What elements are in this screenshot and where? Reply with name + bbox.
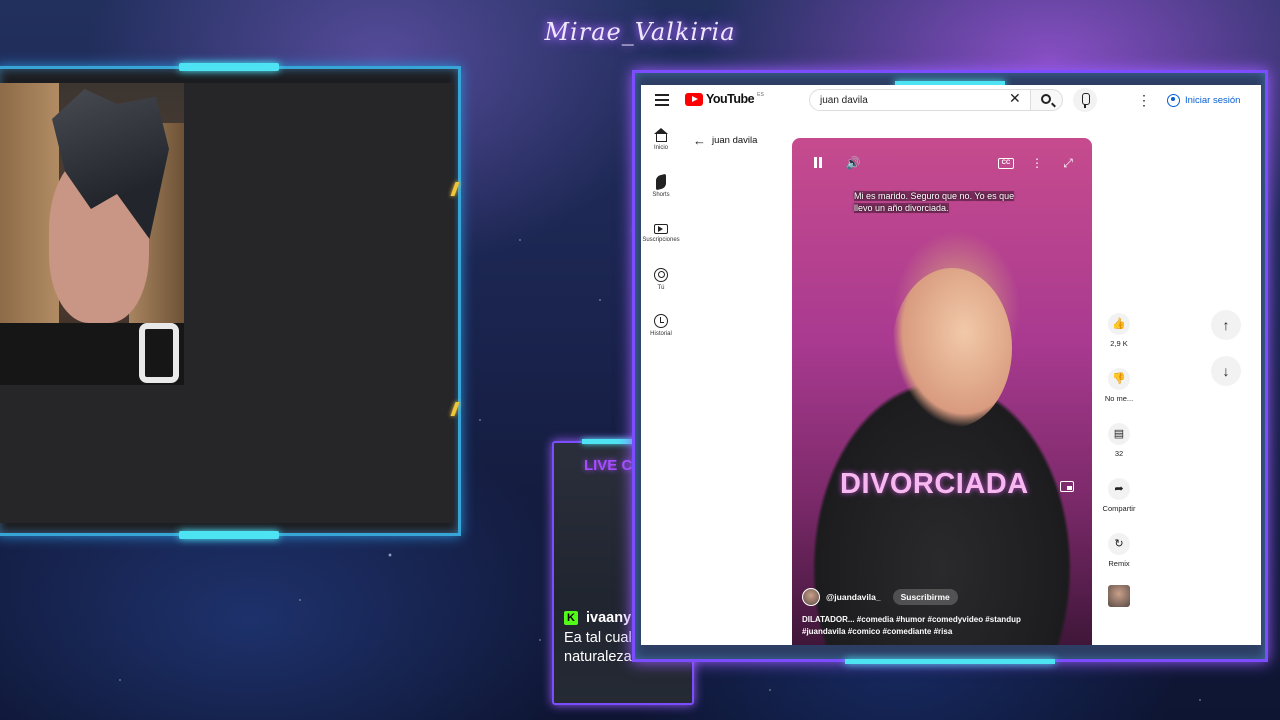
next-short-icon[interactable]: ↓ xyxy=(1211,356,1241,386)
subscriptions-icon xyxy=(654,224,668,234)
account-icon xyxy=(1167,93,1180,107)
pip-icon[interactable] xyxy=(1060,481,1074,492)
signin-button[interactable]: Iniciar sesión xyxy=(1161,89,1246,111)
browser-capture-frame: YouTube ES juan davila ✕ ⋮ Iniciar sesió… xyxy=(632,70,1268,664)
fullscreen-icon[interactable]: ⤢ xyxy=(1060,155,1076,171)
sidebar-item-history[interactable]: Historial xyxy=(641,314,681,337)
history-icon xyxy=(654,314,668,328)
sidebar-item-subscriptions[interactable]: Suscripciones xyxy=(641,221,681,243)
video-subtitle: Mi es marido. Seguro que no. Yo es que l… xyxy=(854,190,1040,214)
webcam-frame xyxy=(0,63,461,539)
dislike-button[interactable]: 👎 No me... xyxy=(1097,368,1141,403)
you-icon xyxy=(654,268,668,282)
comments-count: 32 xyxy=(1114,449,1124,458)
back-label: juan davila xyxy=(712,135,758,146)
pause-icon[interactable] xyxy=(810,155,826,171)
remix-button[interactable]: ↻ Remix xyxy=(1097,533,1141,568)
volume-icon[interactable]: 🔊 xyxy=(845,155,861,171)
subscribe-button[interactable]: Suscribirme xyxy=(892,589,958,605)
channel-handle[interactable]: @juandavila_ xyxy=(826,592,881,602)
subtitle-line: Mi es marido. Seguro que no. Yo es que xyxy=(854,191,1015,201)
player-more-icon[interactable]: ⋮ xyxy=(1029,155,1045,171)
dislike-icon: 👎 xyxy=(1108,368,1130,390)
comment-icon: ▤ xyxy=(1108,423,1130,445)
shorts-icon xyxy=(656,173,666,191)
youtube-logo[interactable]: YouTube ES xyxy=(685,92,764,106)
dislike-label: No me... xyxy=(1104,394,1134,403)
video-caption-word: DIVORCIADA xyxy=(840,468,1029,500)
share-button[interactable]: ➦ Compartir xyxy=(1097,478,1141,513)
sidebar-item-label: Inicio xyxy=(653,145,668,151)
short-video-player[interactable]: 🔊 CC ⋮ ⤢ Mi es marido. Seguro que no. Yo… xyxy=(792,138,1092,645)
signin-label: Iniciar sesión xyxy=(1185,94,1241,106)
sidebar-item-home[interactable]: Inicio xyxy=(641,128,681,151)
sidebar-item-label: Suscripciones xyxy=(642,237,680,243)
search-icon xyxy=(1041,94,1051,104)
youtube-logo-text: YouTube xyxy=(706,92,755,106)
kick-icon: K xyxy=(564,611,578,625)
sidebar-item-label: Historial xyxy=(650,331,672,337)
like-button[interactable]: 👍 2,9 K xyxy=(1097,313,1141,348)
description-line: DILATADOR... #comedia #humor #comedyvide… xyxy=(802,615,1021,624)
previous-short-icon[interactable]: ↑ xyxy=(1211,310,1241,340)
channel-avatar[interactable] xyxy=(802,588,820,606)
country-code: ES xyxy=(757,92,764,98)
audio-source-thumbnail xyxy=(1108,585,1130,607)
search-button[interactable] xyxy=(1031,89,1063,111)
like-count: 2,9 K xyxy=(1110,339,1128,348)
subtitle-line: llevo un año divorciada. xyxy=(854,203,949,213)
mic-arm xyxy=(139,323,179,383)
like-icon: 👍 xyxy=(1108,313,1130,335)
back-arrow-icon: ← xyxy=(693,133,706,148)
sidebar-item-you[interactable]: Tú xyxy=(641,268,681,291)
description-line: #juandavila #comico #comediante #risa xyxy=(802,627,953,636)
youtube-play-icon xyxy=(685,92,703,106)
player-controls: 🔊 CC ⋮ ⤢ xyxy=(792,138,1092,188)
comments-button[interactable]: ▤ 32 xyxy=(1097,423,1141,458)
webcam-video xyxy=(0,83,184,385)
youtube-header: YouTube ES juan davila ✕ ⋮ Iniciar sesió… xyxy=(641,85,1261,117)
short-channel-row: @juandavila_ Suscribirme xyxy=(802,588,958,606)
menu-icon[interactable] xyxy=(655,94,669,106)
sidebar-item-label: Tú xyxy=(657,285,665,291)
share-icon: ➦ xyxy=(1108,478,1130,500)
back-to-search[interactable]: ← juan davila xyxy=(693,133,757,148)
share-label: Compartir xyxy=(1102,504,1136,513)
more-options-icon[interactable]: ⋮ xyxy=(1137,93,1151,107)
voice-search-icon[interactable] xyxy=(1073,88,1097,112)
search-input[interactable]: juan davila xyxy=(809,89,1031,111)
youtube-page: YouTube ES juan davila ✕ ⋮ Iniciar sesió… xyxy=(641,85,1261,645)
home-icon xyxy=(653,128,668,142)
short-description[interactable]: DILATADOR... #comedia #humor #comedyvide… xyxy=(802,614,1062,638)
clear-search-icon[interactable]: ✕ xyxy=(1009,90,1021,107)
captions-icon[interactable]: CC xyxy=(998,158,1014,169)
webcam-area xyxy=(0,83,454,523)
remix-icon: ↻ xyxy=(1108,533,1130,555)
remix-label: Remix xyxy=(1108,559,1130,568)
channel-name-title: Mirae_Valkiria xyxy=(544,18,736,46)
sidebar-item-shorts[interactable]: Shorts xyxy=(641,173,681,198)
sidebar-item-label: Shorts xyxy=(652,192,670,198)
audio-source-button[interactable] xyxy=(1097,585,1141,607)
